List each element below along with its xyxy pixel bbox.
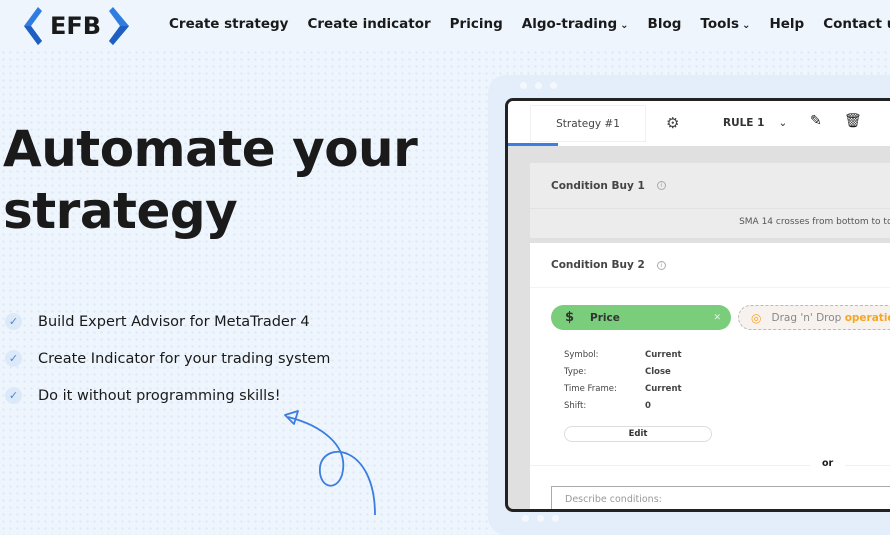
nav-contact-us[interactable]: Contact us bbox=[823, 16, 890, 32]
nav-blog[interactable]: Blog bbox=[648, 16, 682, 32]
prop-key: Time Frame: bbox=[564, 384, 617, 394]
nav-help[interactable]: Help bbox=[769, 16, 804, 32]
close-icon[interactable]: ✕ bbox=[713, 313, 721, 323]
active-tab-indicator bbox=[508, 143, 558, 146]
dollar-icon: $ bbox=[565, 310, 575, 325]
nav-algo-trading[interactable]: Algo-trading ⌄ bbox=[522, 16, 629, 32]
tab-strategy[interactable]: Strategy #1 bbox=[530, 105, 646, 142]
app-preview: Strategy #1 ⚙ RULE 1 ⌄ ✎ 🗑 Condition Buy … bbox=[505, 98, 890, 512]
condition-summary: SMA 14 crosses from bottom to top Pr bbox=[530, 208, 890, 238]
nav-tools[interactable]: Tools ⌄ bbox=[700, 16, 750, 32]
gear-icon[interactable]: ⚙ bbox=[666, 114, 679, 132]
block-label: Price bbox=[590, 311, 620, 324]
feature-list: ✓ Build Expert Advisor for MetaTrader 4 ✓… bbox=[5, 303, 330, 414]
chevron-down-icon: ⌄ bbox=[620, 20, 629, 31]
prop-key: Type: bbox=[564, 367, 587, 377]
feature-text: Do it without programming skills! bbox=[38, 387, 281, 404]
edit-button[interactable]: Edit bbox=[564, 426, 712, 442]
window-dots bbox=[520, 82, 557, 89]
logo[interactable]: EFB bbox=[22, 6, 131, 46]
condition-buy-1[interactable]: Condition Buy 1 i SMA 14 crosses from bot… bbox=[530, 163, 890, 238]
pencil-icon[interactable]: ✎ bbox=[810, 113, 822, 129]
feature-item: ✓ Create Indicator for your trading syste… bbox=[5, 340, 330, 377]
info-icon[interactable]: i bbox=[656, 181, 666, 190]
check-icon: ✓ bbox=[5, 350, 22, 367]
prop-value: Current bbox=[645, 350, 682, 360]
nav-create-strategy[interactable]: Create strategy bbox=[169, 16, 288, 32]
logo-left-bracket-icon bbox=[24, 7, 42, 45]
nav-create-indicator[interactable]: Create indicator bbox=[307, 16, 430, 32]
curved-arrow-icon bbox=[284, 410, 376, 516]
prop-value: Current bbox=[645, 384, 682, 394]
check-icon: ✓ bbox=[5, 313, 22, 330]
nav-pricing[interactable]: Pricing bbox=[450, 16, 503, 32]
prop-value: Close bbox=[645, 367, 671, 377]
condition-title: Condition Buy 1 bbox=[551, 179, 645, 192]
prop-key: Symbol: bbox=[564, 350, 599, 360]
main-menu: Create strategy Create indicator Pricing… bbox=[169, 16, 890, 32]
rule-label: RULE 1 bbox=[723, 117, 765, 129]
hero-title-line2: strategy bbox=[3, 182, 238, 240]
nav-label: Algo-trading bbox=[521, 16, 618, 32]
feature-text: Create Indicator for your trading system bbox=[38, 350, 331, 367]
target-icon: ◎ bbox=[751, 310, 762, 325]
strategy-toolbar: Strategy #1 ⚙ RULE 1 ⌄ ✎ 🗑 bbox=[508, 101, 890, 146]
condition-buy-2: Condition Buy 2 i $ Price ✕ ◎ Drag 'n' Drop … bbox=[530, 243, 890, 509]
nav-label: Tools bbox=[700, 16, 740, 32]
drop-text: Drag 'n' Drop bbox=[771, 311, 845, 324]
window-dots bbox=[522, 515, 559, 522]
check-icon: ✓ bbox=[5, 387, 22, 404]
hero-title: Automate your strategy bbox=[3, 118, 418, 242]
operation-link[interactable]: operation bbox=[845, 312, 890, 324]
logo-right-bracket-icon bbox=[109, 7, 130, 45]
price-block[interactable]: $ Price ✕ bbox=[551, 305, 731, 330]
feature-item: ✓ Build Expert Advisor for MetaTrader 4 bbox=[5, 303, 330, 340]
feature-text: Build Expert Advisor for MetaTrader 4 bbox=[38, 313, 310, 330]
describe-conditions-input[interactable]: Describe conditions: bbox=[551, 486, 890, 509]
top-nav: EFB Create strategy Create indicator Pri… bbox=[0, 0, 890, 50]
or-label: or bbox=[810, 458, 846, 469]
chevron-down-icon: ⌄ bbox=[742, 20, 751, 31]
chevron-down-icon: ⌄ bbox=[778, 117, 788, 129]
prop-key: Shift: bbox=[564, 401, 587, 411]
info-icon[interactable]: i bbox=[656, 260, 666, 270]
logo-text: EFB bbox=[50, 12, 102, 40]
or-divider: or bbox=[530, 458, 890, 469]
block-properties: Symbol: Current Type: Close Time Frame: Cur… bbox=[564, 347, 682, 415]
hero-title-line1: Automate your bbox=[3, 120, 418, 178]
drop-zone[interactable]: ◎ Drag 'n' Drop operation bbox=[738, 305, 890, 330]
rule-dropdown[interactable]: RULE 1 ⌄ bbox=[723, 117, 787, 129]
prop-value: 0 bbox=[645, 401, 651, 411]
trash-icon[interactable]: 🗑 bbox=[844, 113, 862, 129]
condition-title: Condition Buy 2 bbox=[551, 259, 645, 271]
